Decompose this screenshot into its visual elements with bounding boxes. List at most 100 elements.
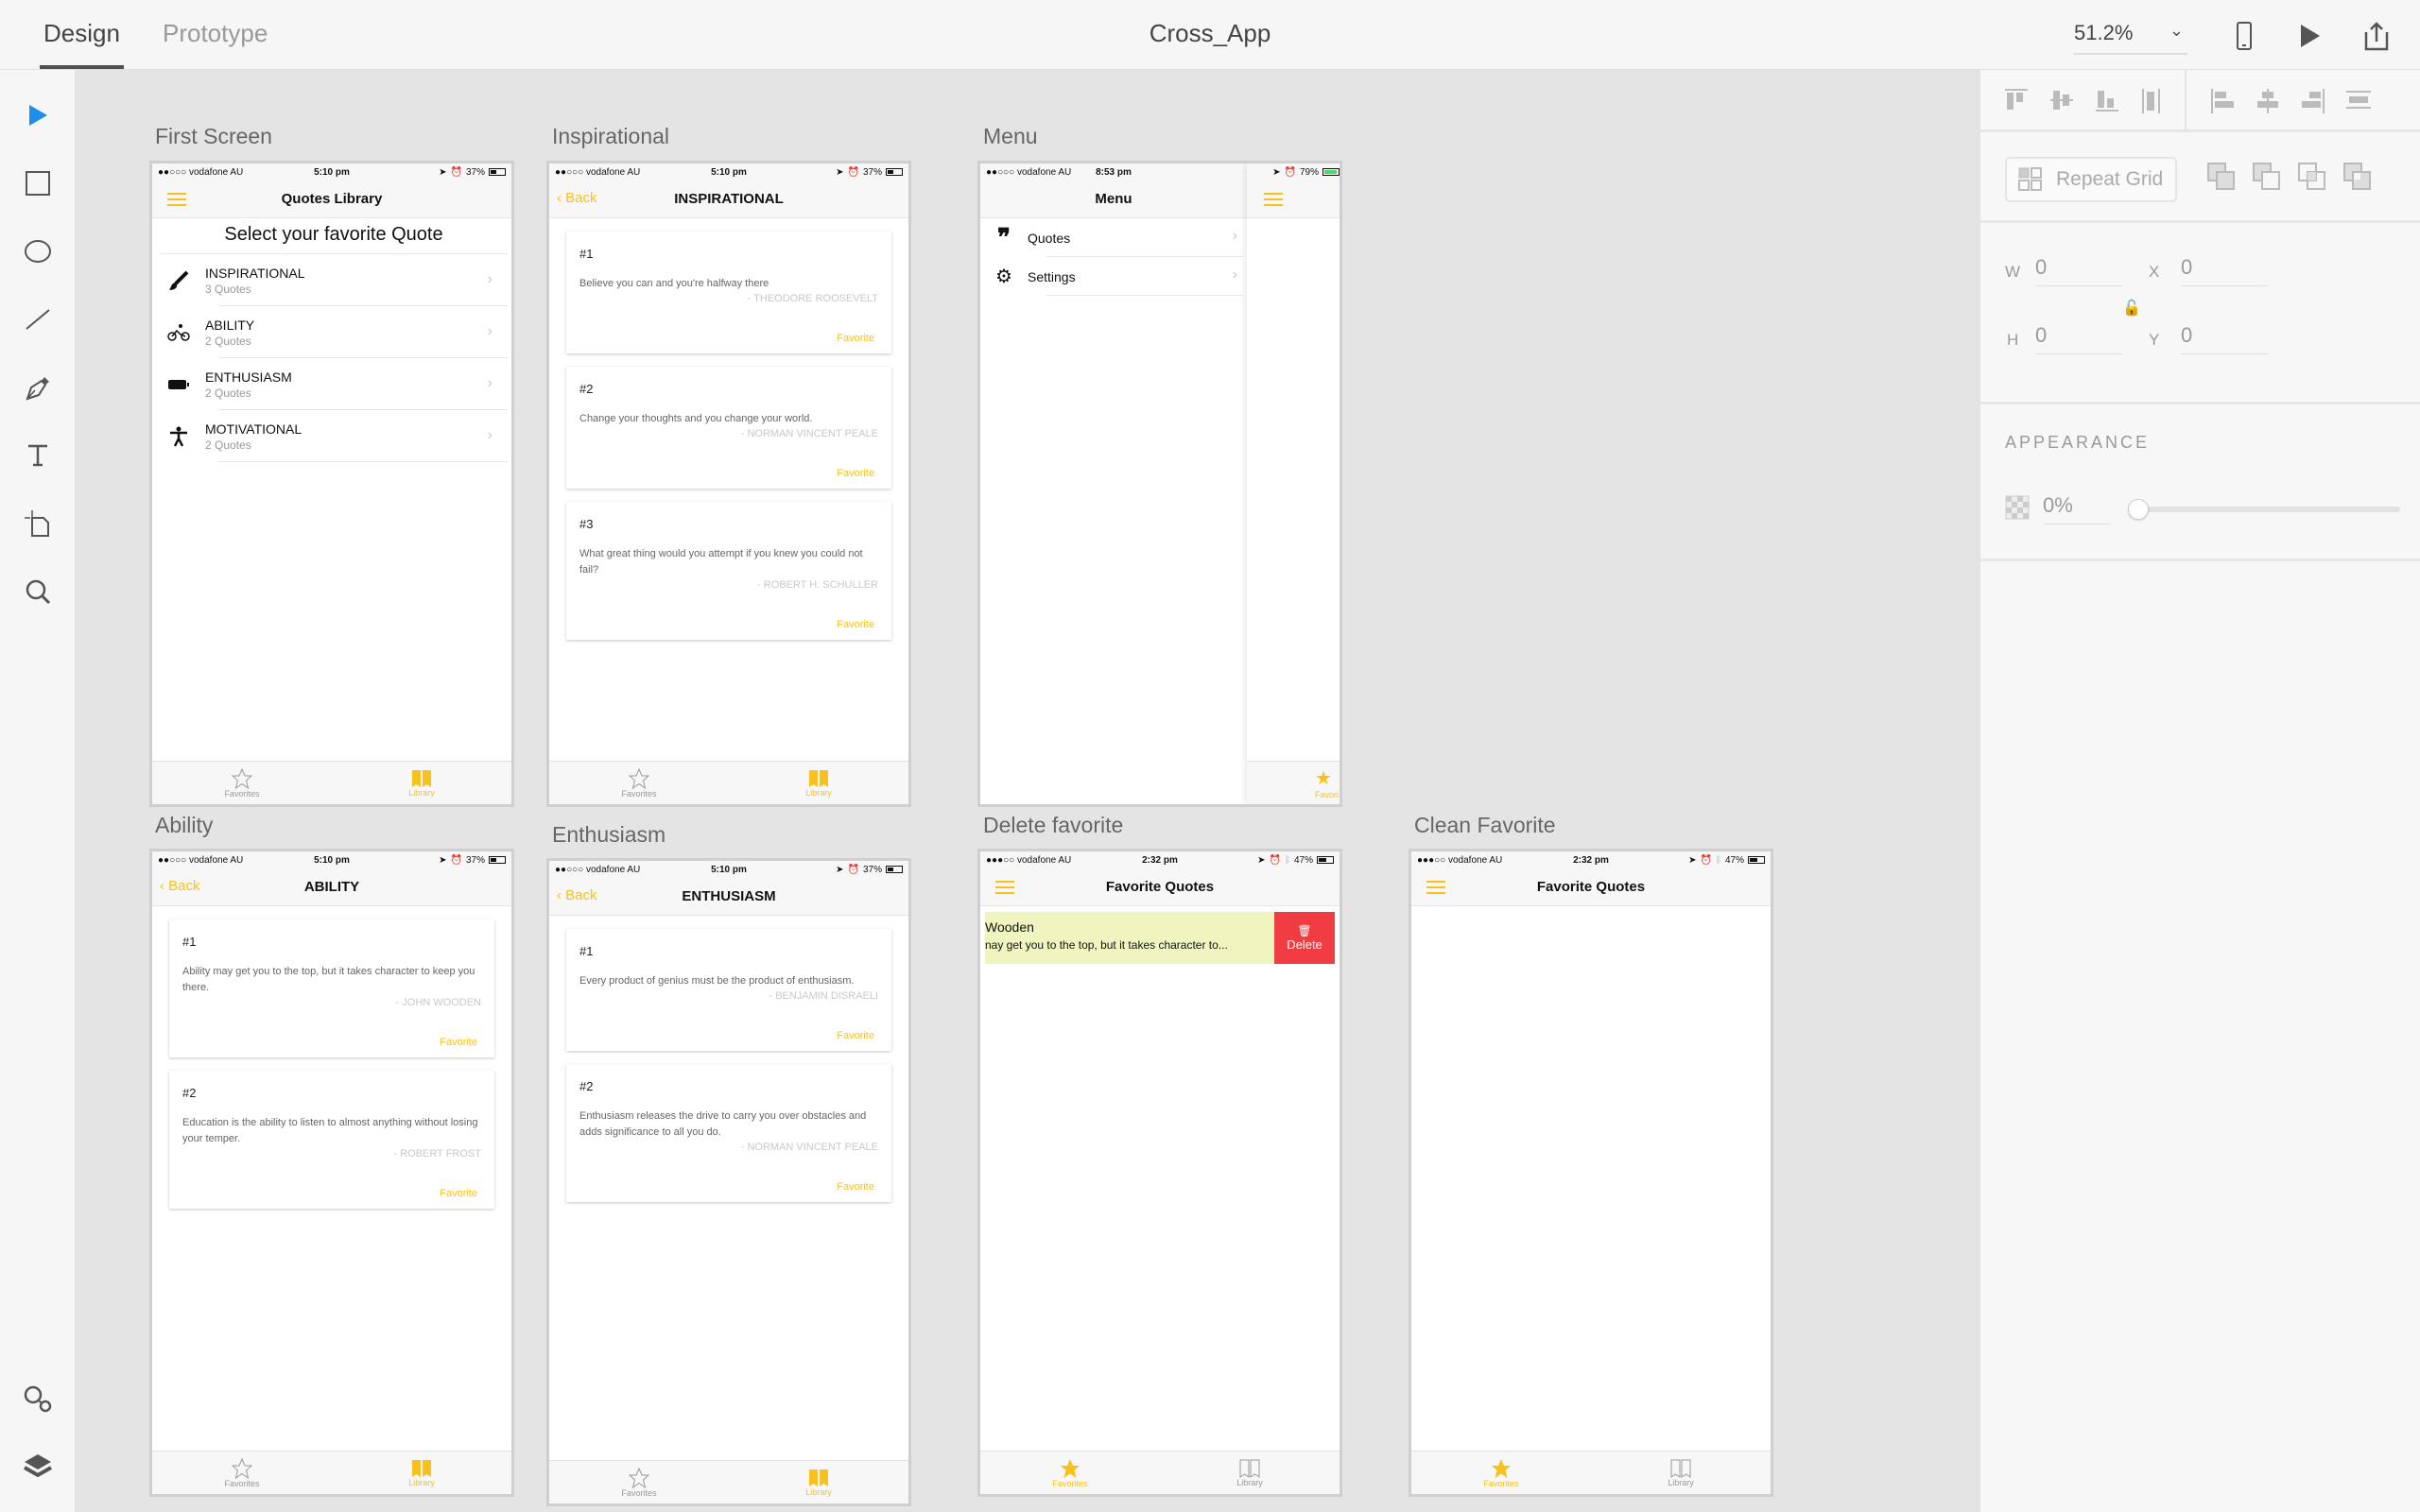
tab-library[interactable]: Library — [332, 1452, 511, 1494]
x-input[interactable]: 0 — [2181, 255, 2268, 286]
favorite-button[interactable]: Favorite — [579, 468, 874, 479]
battery-icon — [489, 168, 506, 176]
artboard-label-clean-favorite[interactable]: Clean Favorite — [1414, 813, 1556, 838]
artboard-enthusiasm[interactable]: ●●○○○ vodafone AU 5:10 pm ➤ ⏰ 37% ‹ Back ENTH… — [546, 858, 911, 1506]
artboard-clean-favorite[interactable]: ●●●○○ vodafone AU 2:32 pm ➤ ⏰ ᛒ 47% Favorite … — [1409, 849, 1773, 1497]
category-row-inspirational[interactable]: INSPIRATIONAL 3 Quotes › — [152, 254, 511, 306]
status-bar: ➤ ⏰ 79% — [1247, 163, 1340, 180]
tab-favorites[interactable]: Favorites — [549, 1461, 729, 1503]
favorite-text: nay get you to the top, but it takes cha… — [985, 938, 1228, 952]
favorite-button[interactable]: Favorite — [182, 1037, 477, 1048]
menu-item-quotes[interactable]: ❞ Quotes › — [980, 218, 1247, 257]
distribute-vertical-icon[interactable] — [2345, 87, 2372, 113]
align-center-icon[interactable] — [2255, 87, 2281, 113]
category-row-enthusiasm[interactable]: ENTHUSIASM 2 Quotes › — [152, 358, 511, 410]
tab-favorites[interactable]: Favorites — [980, 1452, 1160, 1494]
tab-library[interactable]: Library — [729, 762, 908, 804]
align-middle-icon[interactable] — [2048, 87, 2075, 113]
share-icon[interactable] — [2358, 17, 2395, 55]
quote-text: Every product of genius must be the prod… — [579, 975, 855, 987]
text-tool-icon[interactable] — [19, 437, 57, 474]
design-canvas[interactable]: First Screen ●●○○○ vodafone AU 5:10 pm ➤ ⏰ 3… — [76, 70, 1978, 1512]
distribute-horizontal-icon[interactable] — [2139, 87, 2166, 113]
lock-aspect-icon[interactable]: 🔓 — [2122, 299, 2141, 318]
favorite-button[interactable]: Favorite — [579, 333, 874, 344]
hamburger-icon[interactable] — [1264, 193, 1283, 206]
artboard-ability[interactable]: ●●○○○ vodafone AU 5:10 pm ➤ ⏰ 37% ‹ Back ABIL… — [149, 849, 514, 1497]
hamburger-icon[interactable] — [167, 193, 186, 206]
artboard-menu[interactable]: ●●○○○ vodafone AU 8:53 pm Menu ❞ Quotes › ⚙… — [977, 161, 1342, 807]
tab-library[interactable]: Library — [332, 762, 511, 804]
play-icon[interactable] — [2291, 17, 2329, 55]
rectangle-tool-icon[interactable] — [19, 164, 57, 202]
y-input[interactable]: 0 — [2181, 323, 2268, 354]
category-row-ability[interactable]: ABILITY 2 Quotes › — [152, 306, 511, 358]
hamburger-icon[interactable] — [995, 881, 1014, 894]
boolean-intersect-icon[interactable] — [2298, 163, 2326, 191]
artboard-label-inspirational[interactable]: Inspirational — [552, 124, 669, 149]
tab-favorites[interactable]: Favorites — [152, 762, 332, 804]
favorite-button[interactable]: Favorite — [579, 619, 874, 630]
align-right-icon[interactable] — [2300, 87, 2326, 113]
tab-favorites[interactable]: Favorites — [152, 1452, 332, 1494]
height-input[interactable]: 0 — [2035, 323, 2122, 354]
artboard-label-menu[interactable]: Menu — [983, 124, 1038, 149]
ellipse-tool-icon[interactable] — [19, 232, 57, 270]
align-top-icon[interactable] — [2003, 87, 2030, 113]
status-time: 2:32 pm — [1142, 854, 1178, 866]
nav-bar: ‹ Back ABILITY — [152, 868, 511, 906]
tab-bar: Favorites Library — [549, 1460, 908, 1503]
favorite-button[interactable]: Favorite — [579, 1181, 874, 1193]
category-count: 3 Quotes — [205, 282, 251, 296]
hamburger-icon[interactable] — [1426, 881, 1445, 894]
main-content-peek[interactable]: ➤ ⏰ 79% ★ Favori — [1247, 163, 1340, 804]
line-tool-icon[interactable] — [19, 301, 57, 338]
width-input[interactable]: 0 — [2035, 255, 2122, 286]
back-button[interactable]: ‹ Back — [160, 878, 200, 894]
quote-author: - JOHN WOODEN — [395, 997, 481, 1008]
opacity-slider-thumb[interactable] — [2128, 499, 2149, 520]
chevron-left-icon: ‹ — [160, 878, 169, 894]
align-left-icon[interactable] — [2209, 87, 2236, 113]
delete-button[interactable]: 🗑 Delete — [1274, 912, 1335, 964]
layers-icon[interactable] — [19, 1448, 57, 1486]
artboard-label-enthusiasm[interactable]: Enthusiasm — [552, 822, 666, 848]
tab-favorites[interactable]: Favorites — [549, 762, 729, 804]
tab-library[interactable]: Library — [1591, 1452, 1771, 1494]
zoom-tool-icon[interactable] — [19, 573, 57, 610]
back-button[interactable]: ‹ Back — [557, 887, 597, 903]
favorite-button[interactable]: Favorite — [182, 1188, 477, 1199]
artboard-tool-icon[interactable] — [19, 505, 57, 542]
artboard-label-ability[interactable]: Ability — [155, 813, 213, 838]
select-tool-icon[interactable] — [19, 96, 57, 134]
opacity-input[interactable]: 0% — [2043, 493, 2111, 524]
tab-favorites[interactable]: Favorites — [1411, 1452, 1591, 1494]
align-bottom-icon[interactable] — [2094, 87, 2120, 113]
favorite-button[interactable]: Favorite — [579, 1030, 874, 1041]
device-preview-icon[interactable] — [2225, 17, 2263, 55]
boolean-subtract-icon[interactable] — [2253, 163, 2281, 191]
category-row-motivational[interactable]: MOTIVATIONAL 2 Quotes › — [152, 410, 511, 462]
menu-item-settings[interactable]: ⚙ Settings › — [980, 257, 1247, 296]
status-time: 5:10 pm — [314, 854, 350, 866]
favorite-row-content[interactable]: Wooden nay get you to the top, but it tak… — [985, 912, 1274, 964]
artboard-delete-favorite[interactable]: ●●●○○ vodafone AU 2:32 pm ➤ ⏰ ᛒ 47% Favorite … — [977, 849, 1342, 1497]
opacity-slider-track[interactable] — [2132, 507, 2400, 512]
menu-item-label: Settings — [1028, 268, 1076, 284]
boolean-add-icon[interactable] — [2207, 163, 2236, 191]
artboard-label-first-screen[interactable]: First Screen — [155, 124, 272, 149]
artboard-first-screen[interactable]: ●●○○○ vodafone AU 5:10 pm ➤ ⏰ 37% Quotes Lib… — [149, 161, 514, 807]
boolean-exclude-icon[interactable] — [2343, 163, 2372, 191]
artboard-label-delete-favorite[interactable]: Delete favorite — [983, 813, 1123, 838]
back-button[interactable]: ‹ Back — [557, 190, 597, 206]
pen-tool-icon[interactable] — [19, 369, 57, 406]
repeat-grid-button[interactable]: Repeat Grid — [2005, 157, 2177, 202]
assets-icon[interactable] — [19, 1380, 57, 1418]
top-bar: Design Prototype Cross_App 51.2% ⌄ — [0, 0, 2420, 70]
artboard-inspirational[interactable]: ●●○○○ vodafone AU 5:10 pm ➤ ⏰ 37% ‹ Back INSP… — [546, 161, 911, 807]
zoom-level-dropdown[interactable]: 51.2% ⌄ — [2074, 21, 2187, 55]
tab-library[interactable]: Library — [1160, 1452, 1340, 1494]
tab-favorites[interactable]: ★ Favori — [1315, 762, 1340, 804]
favorite-row-swiped[interactable]: Wooden nay get you to the top, but it tak… — [985, 912, 1335, 964]
tab-library[interactable]: Library — [729, 1461, 908, 1503]
